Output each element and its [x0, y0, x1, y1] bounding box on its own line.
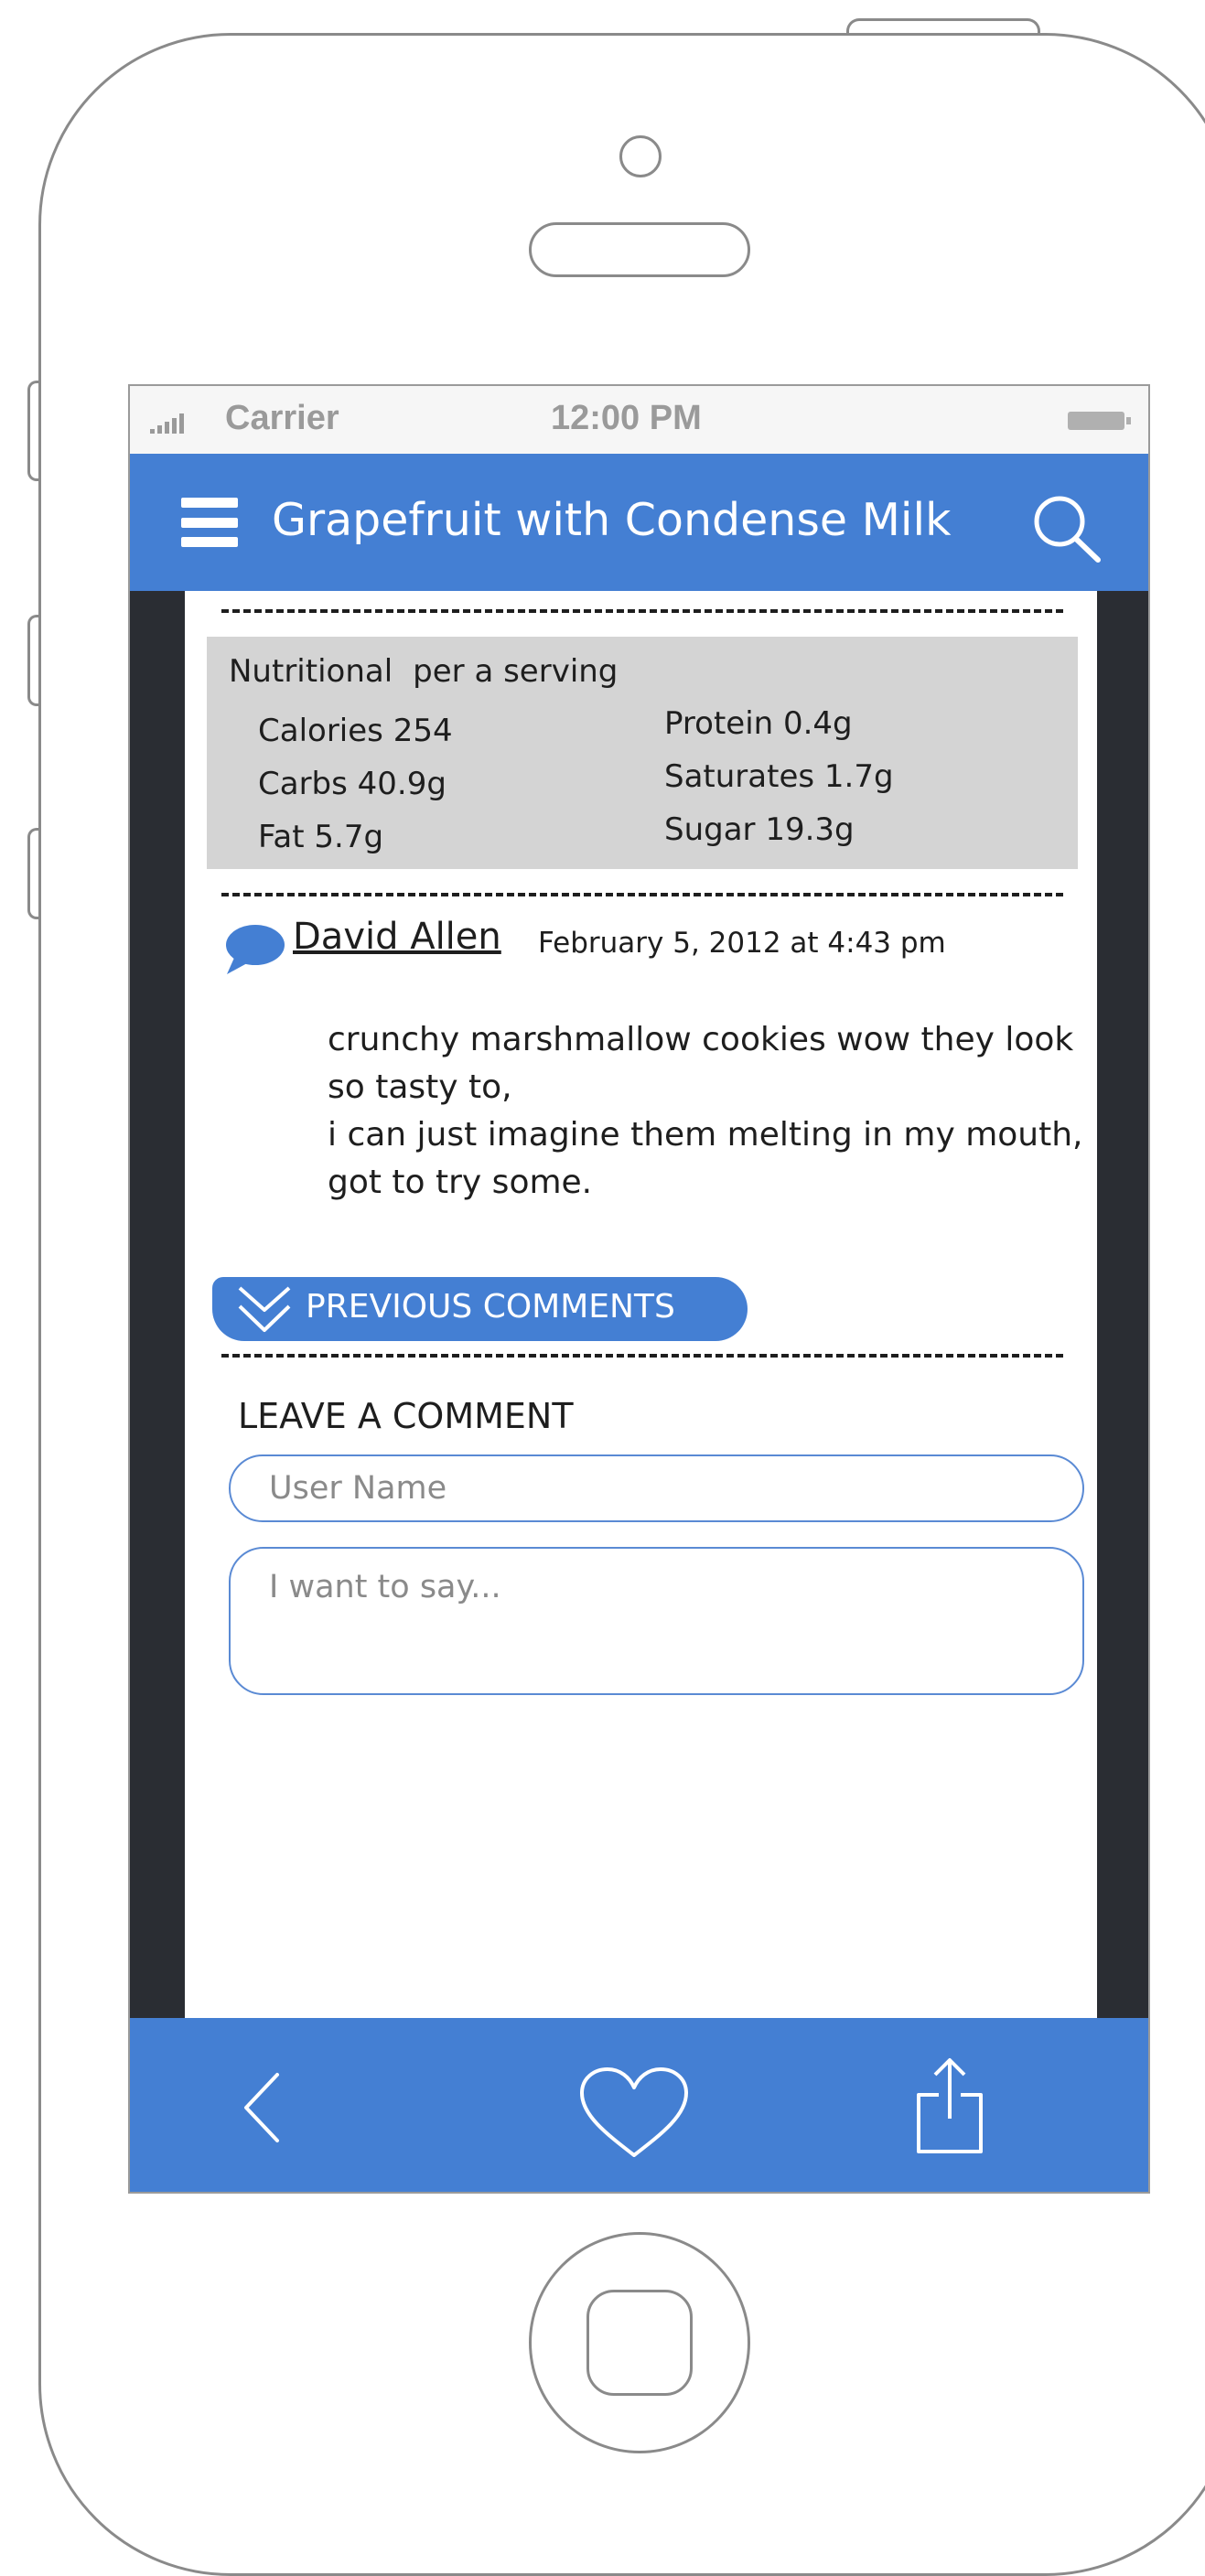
content-area: Nutritional per a serving Calories 254 Ca… — [185, 591, 1097, 2018]
double-chevron-down-icon — [238, 1286, 291, 1332]
previous-comments-button[interactable]: PREVIOUS COMMENTS — [212, 1277, 748, 1341]
page-title: Grapefruit with Condense Milk — [272, 494, 952, 546]
nutrition-right-column: Protein 0.4g Saturates 1.7g Sugar 19.3g — [664, 697, 894, 856]
back-icon[interactable] — [235, 2069, 290, 2146]
comment-date: February 5, 2012 at 4:43 pm — [538, 927, 946, 960]
nutrition-protein: Protein 0.4g — [664, 705, 853, 742]
leave-comment-title: LEAVE A COMMENT — [238, 1396, 574, 1436]
search-icon[interactable] — [1027, 490, 1109, 564]
nutrition-fat: Fat 5.7g — [258, 819, 384, 855]
nutrition-calories: Calories 254 — [258, 713, 453, 749]
username-input[interactable] — [229, 1454, 1084, 1522]
nutrition-left-column: Calories 254 Carbs 40.9g Fat 5.7g — [258, 704, 453, 864]
battery-icon — [1068, 412, 1131, 430]
comment-line: so tasty to, — [328, 1068, 512, 1106]
nutrition-subtitle: per a serving — [413, 653, 619, 690]
nutrition-heading: Nutritional per a serving — [229, 653, 618, 690]
divider — [221, 893, 1063, 896]
nutrition-saturates: Saturates 1.7g — [664, 758, 894, 795]
home-button[interactable] — [529, 2232, 750, 2453]
comment-author-link[interactable]: David Allen — [293, 916, 501, 958]
carrier-label: Carrier — [225, 399, 339, 437]
tab-bar — [130, 2018, 1148, 2192]
comment-line: crunchy marshmallow cookies wow they loo… — [328, 1021, 1074, 1058]
share-icon[interactable] — [913, 2055, 986, 2155]
hamburger-icon[interactable] — [181, 498, 238, 547]
comment-line: got to try some. — [328, 1164, 593, 1201]
heart-icon[interactable] — [578, 2066, 690, 2161]
home-square-icon — [586, 2290, 693, 2396]
nutrition-sugar: Sugar 19.3g — [664, 811, 855, 848]
previous-comments-label: PREVIOUS COMMENTS — [306, 1288, 675, 1326]
comment-line: i can just imagine them melting in my mo… — [328, 1116, 1083, 1154]
nutrition-panel: Nutritional per a serving Calories 254 Ca… — [207, 637, 1078, 869]
earpiece-speaker — [529, 222, 750, 277]
status-time: 12:00 PM — [551, 399, 702, 437]
signal-icon — [150, 413, 184, 434]
divider — [221, 609, 1063, 613]
nav-bar: Grapefruit with Condense Milk — [130, 454, 1148, 591]
nutrition-title: Nutritional — [229, 653, 393, 690]
divider — [221, 1354, 1063, 1358]
comment-text: crunchy marshmallow cookies wow they loo… — [328, 1016, 1083, 1207]
nutrition-carbs: Carbs 40.9g — [258, 766, 446, 802]
comment-bubble-icon — [226, 925, 285, 974]
front-camera — [619, 135, 662, 177]
status-bar: Carrier 12:00 PM — [130, 386, 1148, 454]
comment-textarea[interactable] — [229, 1547, 1084, 1695]
phone-screen: Carrier 12:00 PM Grapefruit with Condens… — [128, 384, 1150, 2194]
